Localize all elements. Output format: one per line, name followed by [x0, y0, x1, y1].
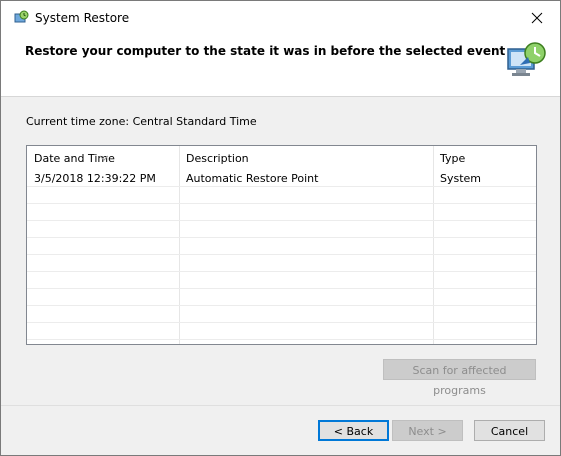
- row-divider: [27, 237, 536, 238]
- row-divider: [27, 339, 536, 340]
- row-divider: [27, 220, 536, 221]
- system-restore-icon: [13, 10, 29, 26]
- header-panel: Restore your computer to the state it wa…: [1, 38, 560, 97]
- cell-date-time: 3/5/2018 12:39:22 PM: [34, 172, 156, 185]
- close-icon: [531, 12, 543, 24]
- sort-descending-icon: [99, 146, 109, 161]
- row-divider: [27, 203, 536, 204]
- page-heading: Restore your computer to the state it wa…: [25, 44, 506, 58]
- system-restore-window: System Restore Restore your computer to …: [0, 0, 561, 456]
- back-button[interactable]: < Back: [318, 420, 389, 441]
- timezone-label: Current time zone: Central Standard Time: [26, 115, 257, 128]
- scan-affected-programs-button[interactable]: Scan for affected programs: [383, 359, 536, 397]
- restore-computer-icon: [504, 39, 548, 83]
- next-button[interactable]: Next >: [392, 420, 463, 441]
- window-title: System Restore: [35, 11, 130, 25]
- row-divider: [27, 288, 536, 289]
- row-divider: [27, 254, 536, 255]
- row-divider: [27, 305, 536, 306]
- column-header-description[interactable]: Description: [179, 146, 433, 170]
- cell-type: System: [440, 172, 482, 185]
- title-bar: System Restore: [1, 1, 560, 38]
- cell-description: Automatic Restore Point: [186, 172, 319, 185]
- footer-divider: [1, 405, 560, 406]
- column-header-type[interactable]: Type: [433, 146, 536, 170]
- cancel-button[interactable]: Cancel: [474, 420, 545, 441]
- restore-points-table: Date and Time Description Type 3/5/2018 …: [26, 145, 537, 345]
- row-divider: [27, 271, 536, 272]
- row-divider: [27, 322, 536, 323]
- close-button[interactable]: [514, 1, 560, 35]
